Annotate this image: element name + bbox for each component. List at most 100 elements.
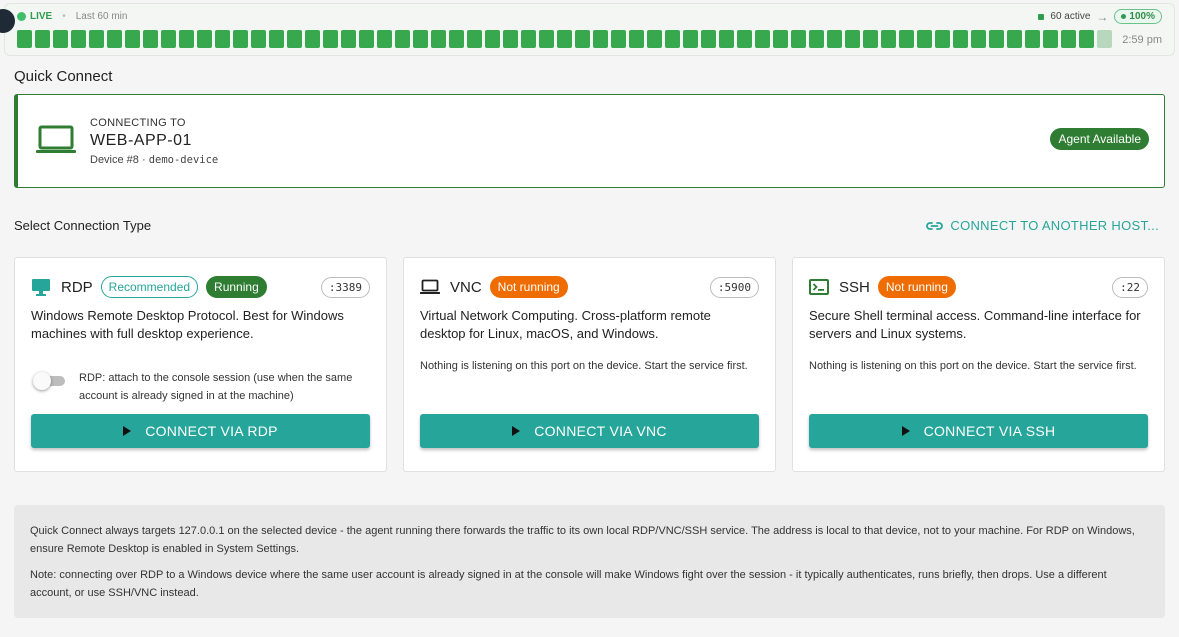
- uptime-bar[interactable]: [359, 30, 374, 48]
- info-paragraph: Quick Connect always targets 127.0.0.1 o…: [30, 525, 1135, 555]
- uptime-bar[interactable]: [449, 30, 464, 48]
- uptime-bar[interactable]: [755, 30, 770, 48]
- uptime-bar[interactable]: [341, 30, 356, 48]
- port-badge: :5900: [709, 276, 759, 298]
- rdp-card: RDP Recommended Running :3389 Windows Re…: [14, 257, 387, 472]
- uptime-bar[interactable]: [395, 30, 410, 48]
- uptime-bar[interactable]: [17, 30, 32, 48]
- uptime-bar[interactable]: [683, 30, 698, 48]
- device-name: demo-device: [148, 154, 219, 166]
- uptime-bar[interactable]: [125, 30, 140, 48]
- uptime-bar[interactable]: [269, 30, 284, 48]
- uptime-bar[interactable]: [503, 30, 518, 48]
- uptime-bar[interactable]: [467, 30, 482, 48]
- uptime-bar[interactable]: [1043, 30, 1058, 48]
- time-window-label: Last 60 min: [75, 11, 128, 22]
- uptime-bar[interactable]: [71, 30, 86, 48]
- uptime-bar[interactable]: [665, 30, 680, 48]
- uptime-bar[interactable]: [215, 30, 230, 48]
- uptime-bar[interactable]: [899, 30, 914, 48]
- uptime-bar[interactable]: [143, 30, 158, 48]
- uptime-bar[interactable]: [89, 30, 104, 48]
- active-square-icon: [1038, 13, 1045, 20]
- uptime-bar[interactable]: [1061, 30, 1076, 48]
- uptime-bar[interactable]: [971, 30, 986, 48]
- target-hostname: WEB-APP-01: [90, 132, 192, 149]
- uptime-bar[interactable]: [881, 30, 896, 48]
- connect-another-host-link[interactable]: CONNECT TO ANOTHER HOST...: [926, 218, 1159, 233]
- uptime-bar[interactable]: [485, 30, 500, 48]
- uptime-bar[interactable]: [1079, 30, 1094, 48]
- uptime-bar[interactable]: [593, 30, 608, 48]
- uptime-bar[interactable]: [431, 30, 446, 48]
- live-indicator: LIVE • Last 60 min: [17, 11, 127, 22]
- uptime-bar[interactable]: [197, 30, 212, 48]
- uptime-bar[interactable]: [863, 30, 878, 48]
- uptime-bar[interactable]: [791, 30, 806, 48]
- link-icon: [926, 221, 944, 230]
- uptime-bar[interactable]: [737, 30, 752, 48]
- uptime-bar[interactable]: [827, 30, 842, 48]
- uptime-bar[interactable]: [917, 30, 932, 48]
- uptime-bar[interactable]: [629, 30, 644, 48]
- protocol-description: Secure Shell terminal access. Command-li…: [809, 308, 1141, 341]
- uptime-bar[interactable]: [413, 30, 428, 48]
- monitor-icon: [31, 278, 51, 296]
- connect-ssh-button[interactable]: CONNECT VIA SSH: [809, 414, 1148, 448]
- uptime-bar[interactable]: [989, 30, 1004, 48]
- uptime-bar[interactable]: [305, 30, 320, 48]
- uptime-bar[interactable]: [809, 30, 824, 48]
- uptime-percent-badge: 100%: [1114, 9, 1162, 24]
- uptime-bar[interactable]: [719, 30, 734, 48]
- uptime-bar[interactable]: [521, 30, 536, 48]
- uptime-bar[interactable]: [611, 30, 626, 48]
- uptime-bar[interactable]: [287, 30, 302, 48]
- uptime-bar[interactable]: [647, 30, 662, 48]
- protocol-name: SSH: [839, 278, 870, 296]
- service-warning: Nothing is listening on this port on the…: [420, 360, 748, 372]
- laptop-icon: [420, 278, 440, 296]
- uptime-bar[interactable]: [35, 30, 50, 48]
- target-device-card: CONNECTING TO WEB-APP-01 Device #8 · dem…: [14, 94, 1165, 188]
- uptime-bar[interactable]: [377, 30, 392, 48]
- play-icon: [901, 426, 910, 436]
- uptime-bar[interactable]: [53, 30, 68, 48]
- connect-vnc-button[interactable]: CONNECT VIA VNC: [420, 414, 759, 448]
- uptime-bar[interactable]: [953, 30, 968, 48]
- status-badge: Not running: [489, 276, 568, 298]
- active-summary: 60 active → 100%: [1038, 9, 1162, 24]
- avatar[interactable]: [0, 9, 15, 33]
- live-dot-icon: [17, 12, 26, 21]
- connect-ssh-label: CONNECT VIA SSH: [923, 423, 1056, 439]
- uptime-bar[interactable]: [539, 30, 554, 48]
- uptime-percent: 100%: [1129, 11, 1155, 22]
- uptime-bar-pending[interactable]: [1097, 30, 1112, 48]
- port-badge: :3389: [320, 276, 370, 298]
- uptime-bar[interactable]: [845, 30, 860, 48]
- uptime-bar[interactable]: [773, 30, 788, 48]
- uptime-bar[interactable]: [701, 30, 716, 48]
- device-number: Device #8 ·: [90, 154, 149, 166]
- uptime-bar[interactable]: [557, 30, 572, 48]
- uptime-bar[interactable]: [1025, 30, 1040, 48]
- play-icon: [123, 426, 132, 436]
- play-icon: [512, 426, 521, 436]
- uptime-bar[interactable]: [161, 30, 176, 48]
- uptime-bar[interactable]: [233, 30, 248, 48]
- connect-rdp-button[interactable]: CONNECT VIA RDP: [31, 414, 370, 448]
- uptime-bar[interactable]: [935, 30, 950, 48]
- uptime-bar[interactable]: [179, 30, 194, 48]
- section-title: Select Connection Type: [14, 218, 152, 233]
- uptime-bar[interactable]: [323, 30, 338, 48]
- console-session-toggle[interactable]: [33, 371, 65, 391]
- uptime-bar[interactable]: [251, 30, 266, 48]
- uptime-strip: LIVE • Last 60 min 60 active → 100% 2:59…: [0, 3, 1175, 56]
- uptime-bar[interactable]: [575, 30, 590, 48]
- strip-time: 2:59 pm: [1122, 34, 1162, 46]
- connecting-to-label: CONNECTING TO: [90, 117, 186, 129]
- uptime-bar[interactable]: [1007, 30, 1022, 48]
- uptime-bar[interactable]: [107, 30, 122, 48]
- agent-status-badge: Agent Available: [1050, 128, 1149, 150]
- connect-rdp-label: CONNECT VIA RDP: [145, 423, 278, 439]
- separator-dot: •: [62, 11, 66, 22]
